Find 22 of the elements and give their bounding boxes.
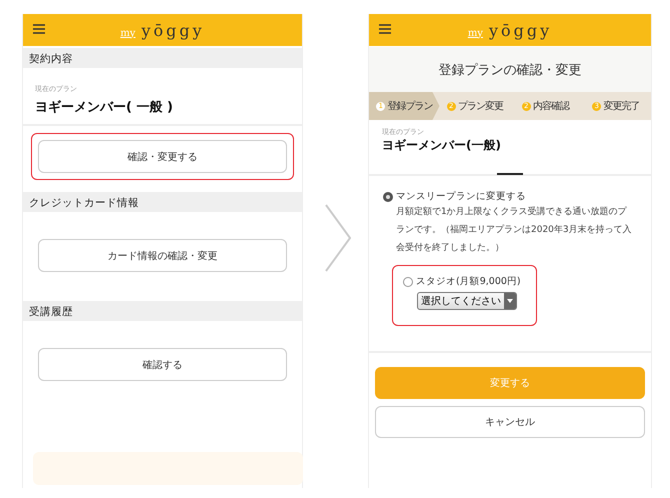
option-label: マンスリープランに変更する [396, 190, 526, 203]
action-button[interactable]: 確認する [38, 348, 287, 381]
tab-indicator [497, 173, 523, 175]
section-header: クレジットカード情報 [23, 192, 302, 212]
option-label: スタジオ(月額9,000円) [416, 275, 521, 288]
chevron-right-icon [325, 204, 351, 272]
radio-button[interactable] [383, 192, 393, 202]
action-button[interactable]: 確認・変更する [38, 140, 287, 173]
cancel-button[interactable]: キャンセル [375, 406, 645, 438]
section-header: 受講履歴 [23, 301, 302, 321]
menu-icon[interactable] [33, 24, 45, 34]
option-description: 月額定額で1か月上限なくクラス受講できる通い放題のプランです。（福岡エリアプランは2020年3月末を持って入会受付を終了しました。） [395, 205, 633, 255]
logo: my yōggy [468, 20, 552, 40]
menu-icon[interactable] [379, 24, 391, 34]
select-dropdown[interactable]: 選択してください [417, 292, 517, 310]
radio-button[interactable] [403, 276, 413, 286]
plan-name: ヨギーメンバー( 一般 ) [35, 99, 174, 116]
page-title: 登録プランの確認・変更 [369, 47, 651, 92]
action-button[interactable]: カード情報の確認・変更 [38, 239, 287, 272]
logo: my yōggy [120, 20, 205, 40]
plan-name: ヨギーメンバー(一般) [382, 137, 502, 154]
section-header: 契約内容 [23, 48, 302, 68]
